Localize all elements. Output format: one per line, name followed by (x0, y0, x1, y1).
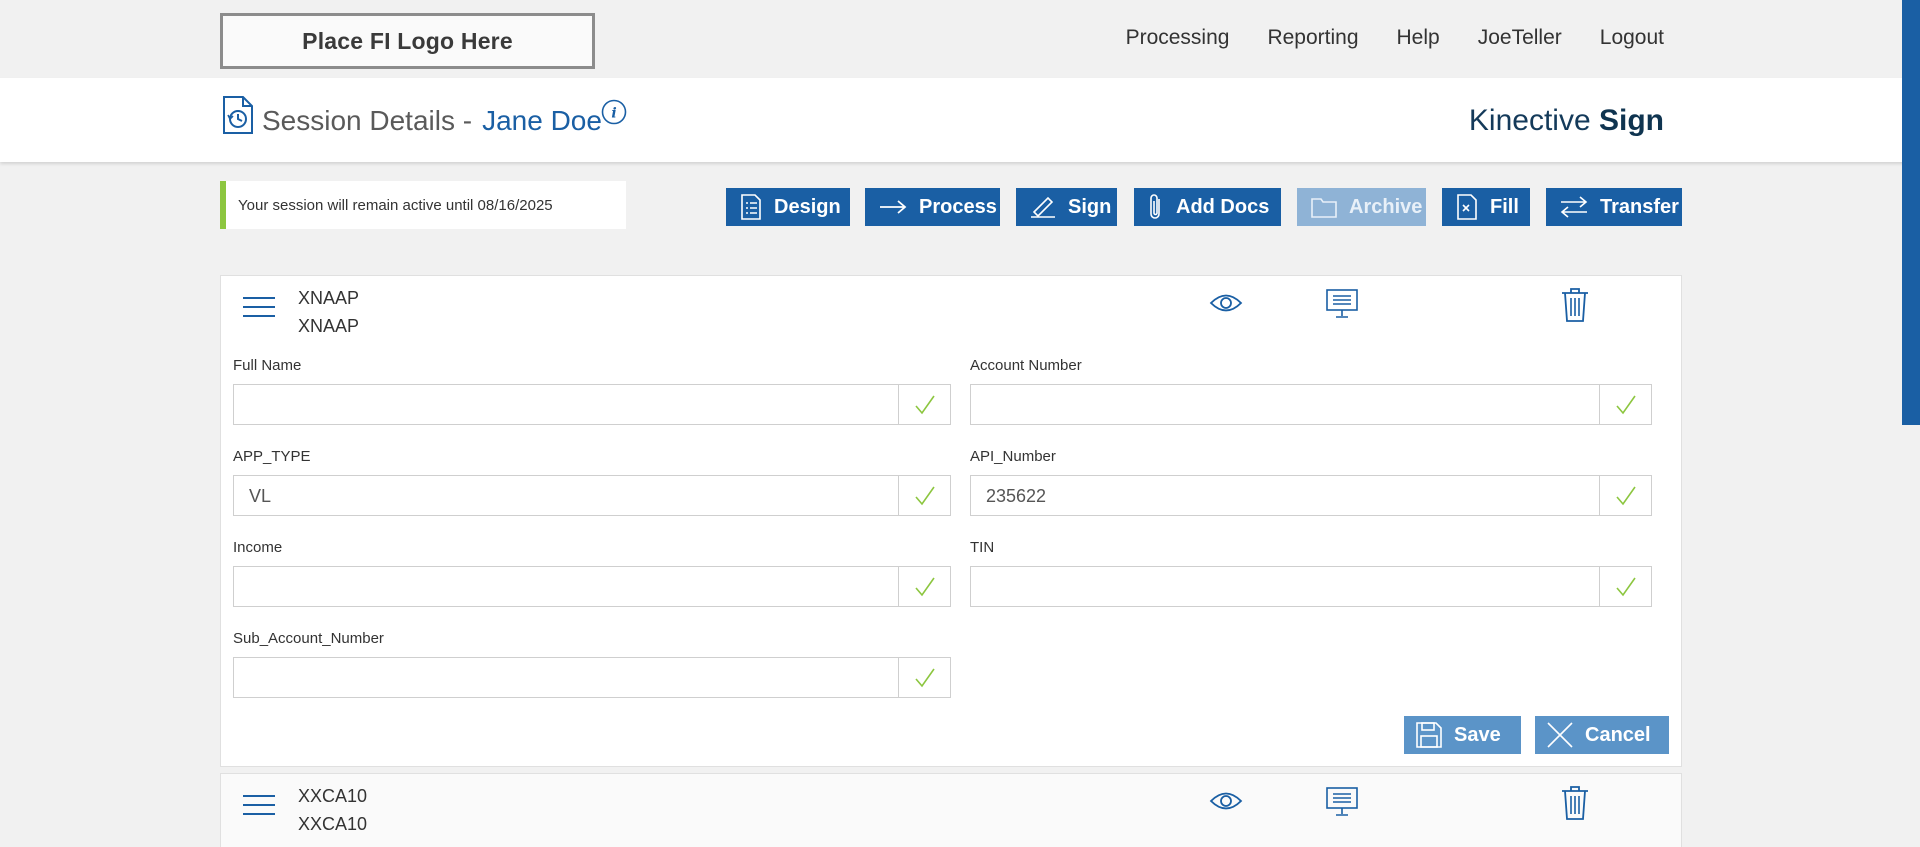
save-icon (1416, 722, 1442, 748)
add-docs-label: Add Docs (1176, 195, 1270, 218)
top-bar: Place FI Logo Here Processing Reporting … (0, 0, 1920, 78)
cancel-button[interactable]: Cancel (1535, 716, 1669, 754)
monitor-icon[interactable] (1326, 289, 1358, 324)
checkmark-icon[interactable] (1599, 476, 1651, 515)
info-icon[interactable]: i (601, 99, 627, 130)
brand-logo: Kinective Sign (1469, 104, 1664, 138)
design-label: Design (774, 195, 841, 218)
menu-icon[interactable] (242, 296, 276, 323)
account-number-field[interactable] (970, 384, 1652, 425)
nav-help[interactable]: Help (1397, 26, 1440, 50)
brand-bold: Sign (1599, 104, 1664, 137)
api-number-field[interactable]: 235622 (970, 475, 1652, 516)
checkmark-icon[interactable] (1599, 385, 1651, 424)
pen-icon (1031, 196, 1055, 218)
sub-account-number-field[interactable] (233, 657, 951, 698)
full-name-value[interactable] (234, 385, 898, 424)
document-icon (1457, 194, 1477, 220)
fill-button[interactable]: Fill (1442, 188, 1530, 226)
arrow-right-icon (880, 200, 907, 214)
full-name-field[interactable] (233, 384, 951, 425)
folder-icon (1311, 198, 1337, 218)
tin-value[interactable] (971, 567, 1599, 606)
income-label: Income (233, 539, 283, 556)
eye-icon[interactable] (1209, 790, 1243, 817)
tin-field[interactable] (970, 566, 1652, 607)
nav-processing[interactable]: Processing (1126, 26, 1230, 50)
api-number-label: API_Number (970, 448, 1056, 465)
trash-icon[interactable] (1561, 288, 1589, 327)
account-number-value[interactable] (971, 385, 1599, 424)
full-name-label: Full Name (233, 357, 302, 374)
app-type-value[interactable]: VL (234, 476, 898, 515)
app-type-label: APP_TYPE (233, 448, 311, 465)
list-icon (741, 194, 761, 220)
sub-account-number-value[interactable] (234, 658, 898, 697)
process-label: Process (919, 195, 997, 218)
page-title: Session Details - Jane Doe (262, 105, 602, 137)
document-card: XXCA10 XXCA10 (220, 773, 1682, 847)
checkmark-icon[interactable] (1599, 567, 1651, 606)
design-button[interactable]: Design (726, 188, 850, 226)
session-history-icon (222, 95, 254, 140)
checkmark-icon[interactable] (898, 658, 950, 697)
document-codes: XXCA10 XXCA10 (298, 782, 367, 838)
document-code-primary: XNAAP (298, 288, 360, 308)
document-code-secondary: XNAAP (298, 316, 360, 336)
eye-icon[interactable] (1209, 292, 1243, 319)
checkmark-icon[interactable] (898, 385, 950, 424)
main-nav: Processing Reporting Help JoeTeller Logo… (1126, 26, 1664, 50)
transfer-button[interactable]: Transfer (1546, 188, 1682, 226)
add-docs-button[interactable]: Add Docs (1134, 188, 1281, 226)
fi-logo: Place FI Logo Here (220, 13, 595, 69)
process-button[interactable]: Process (865, 188, 1000, 226)
svg-text:i: i (611, 106, 616, 122)
app-type-field[interactable]: VL (233, 475, 951, 516)
document-codes: XNAAP XNAAP (298, 284, 359, 340)
swap-icon (1560, 196, 1588, 218)
page-title-label: Session Details - (262, 105, 473, 136)
sub-account-number-label: Sub_Account_Number (233, 630, 384, 647)
document-code-secondary: XXCA10 (298, 814, 368, 834)
income-value[interactable] (234, 567, 898, 606)
checkmark-icon[interactable] (898, 476, 950, 515)
archive-label: Archive (1349, 195, 1423, 218)
close-icon (1547, 722, 1573, 748)
fill-label: Fill (1490, 195, 1519, 218)
api-number-value[interactable]: 235622 (971, 476, 1599, 515)
menu-icon[interactable] (242, 794, 276, 821)
nav-user[interactable]: JoeTeller (1478, 26, 1562, 50)
account-number-label: Account Number (970, 357, 1082, 374)
transfer-label: Transfer (1600, 195, 1679, 218)
monitor-icon[interactable] (1326, 787, 1358, 822)
brand-light: Kinective (1468, 104, 1591, 137)
nav-logout[interactable]: Logout (1600, 26, 1664, 50)
trash-icon[interactable] (1561, 786, 1589, 825)
document-code-primary: XXCA10 (298, 786, 368, 806)
sign-button[interactable]: Sign (1016, 188, 1117, 226)
sign-label: Sign (1068, 195, 1112, 218)
customer-name: Jane Doe (482, 105, 602, 136)
document-card: XNAAP XNAAP Full Name Account Number APP… (220, 275, 1682, 767)
checkmark-icon[interactable] (898, 567, 950, 606)
income-field[interactable] (233, 566, 951, 607)
save-label: Save (1454, 723, 1501, 746)
tin-label: TIN (970, 539, 995, 556)
action-toolbar: Design Process Sign Add Docs Archive Fil… (0, 188, 1920, 226)
save-button[interactable]: Save (1404, 716, 1521, 754)
cancel-label: Cancel (1585, 723, 1651, 746)
archive-button[interactable]: Archive (1297, 188, 1426, 226)
paperclip-icon (1150, 194, 1160, 219)
nav-reporting[interactable]: Reporting (1267, 26, 1358, 50)
